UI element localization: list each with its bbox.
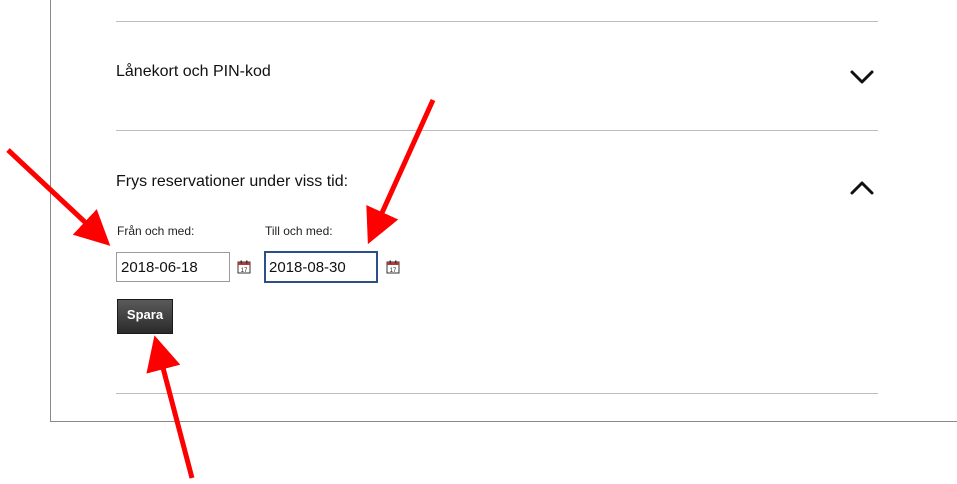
from-date-label: Från och med: xyxy=(117,224,195,238)
divider-top xyxy=(116,21,878,22)
to-date-input[interactable] xyxy=(264,251,378,283)
calendar-icon[interactable]: 17 xyxy=(386,260,400,274)
divider-bottom xyxy=(116,393,878,394)
section-heading-lanekort[interactable]: Lånekort och PIN-kod xyxy=(116,63,271,81)
calendar-icon[interactable]: 17 xyxy=(237,260,251,274)
section-heading-frys-reservationer[interactable]: Frys reservationer under viss tid: xyxy=(116,173,348,191)
calendar-day-text: 17 xyxy=(390,268,397,274)
chevron-down-icon[interactable] xyxy=(849,68,875,86)
save-button[interactable]: Spara xyxy=(117,299,173,334)
chevron-up-icon[interactable] xyxy=(849,179,875,197)
to-date-label: Till och med: xyxy=(265,224,333,238)
divider-middle xyxy=(116,130,878,131)
calendar-day-text: 17 xyxy=(241,268,248,274)
from-date-input[interactable] xyxy=(116,252,230,282)
